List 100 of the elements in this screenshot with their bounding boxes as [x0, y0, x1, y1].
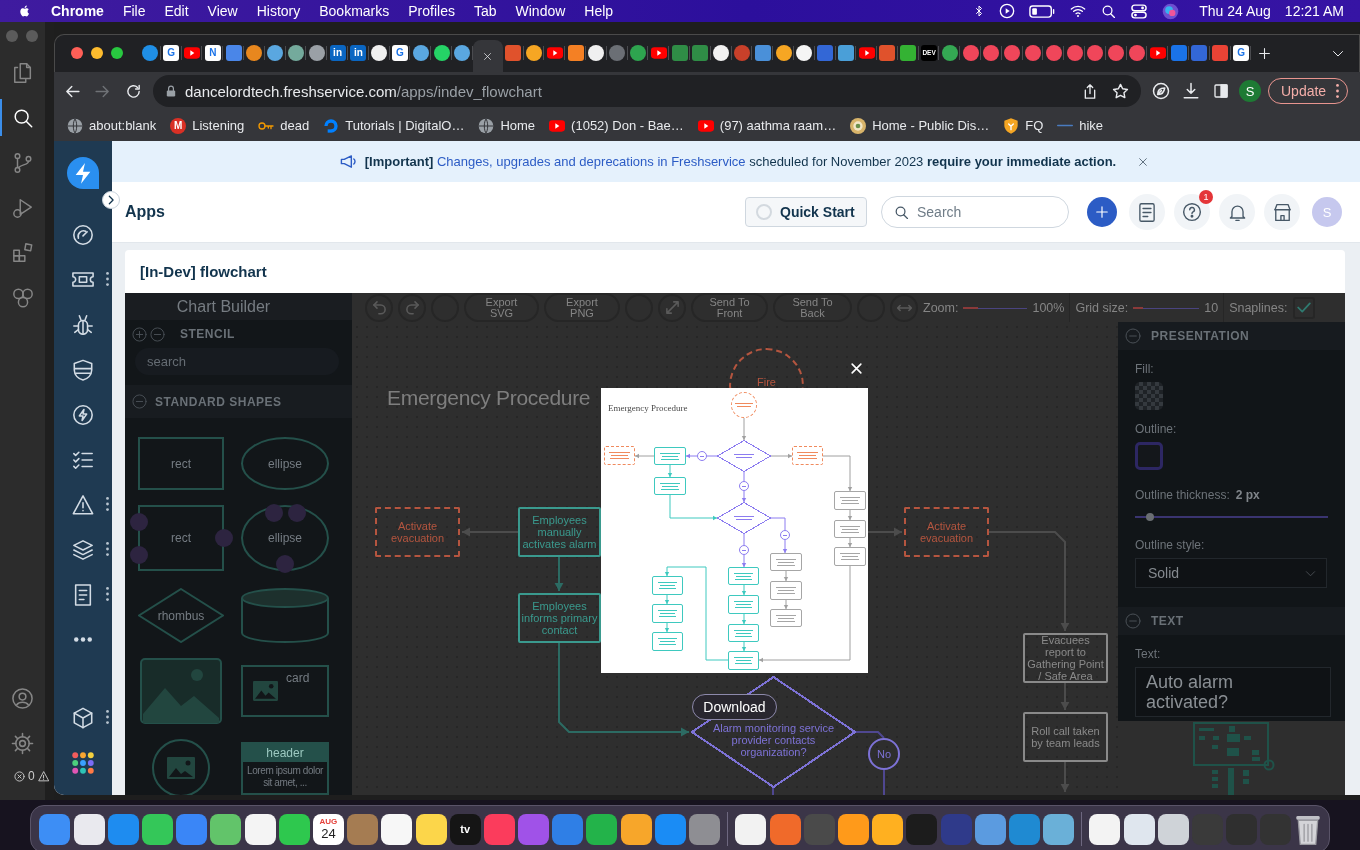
search-field[interactable]: Search [881, 196, 1069, 228]
problem-count[interactable]: 0 [28, 769, 35, 783]
square-favicon-icon[interactable] [567, 45, 584, 61]
logo-icon[interactable] [67, 157, 99, 189]
reload-icon[interactable] [124, 82, 142, 100]
square-favicon-icon[interactable] [879, 45, 896, 61]
extensions-icon[interactable] [11, 241, 34, 264]
dock-app-icon[interactable] [837, 813, 869, 845]
forms-button[interactable] [1129, 194, 1165, 230]
snaplines-checkbox[interactable] [1292, 296, 1315, 319]
dock-app-icon[interactable] [872, 813, 904, 845]
circles-icon[interactable] [11, 286, 34, 309]
wifi-icon[interactable] [1069, 3, 1088, 19]
square-favicon-icon[interactable] [1170, 45, 1187, 61]
window-control-icon[interactable] [111, 47, 123, 59]
round-favicon-icon[interactable] [588, 45, 605, 61]
ellipse-shape[interactable]: ellipse [241, 437, 329, 490]
battery-icon[interactable] [1029, 4, 1056, 18]
kebab-menu-icon[interactable] [106, 710, 109, 724]
bookmark[interactable]: M Listening [167, 117, 248, 134]
square-favicon-icon[interactable] [225, 45, 242, 61]
toggles-icon[interactable] [1130, 2, 1149, 20]
letter-favicon[interactable]: G [1233, 45, 1250, 61]
round-favicon-icon[interactable] [775, 45, 792, 61]
dock-app-icon[interactable] [735, 813, 767, 845]
banner-link[interactable]: Changes, upgrades and deprecations in Freshservice [437, 154, 746, 169]
menu-item[interactable]: Help [584, 3, 614, 19]
play-favicon-icon[interactable] [650, 47, 667, 59]
bookmark[interactable]: (1052) Don - Bae… [546, 118, 687, 133]
dock-app-icon[interactable] [1043, 813, 1075, 845]
menu-item[interactable]: View [207, 3, 238, 19]
warning-icon[interactable] [72, 493, 94, 516]
share-icon[interactable] [1082, 82, 1098, 100]
play-icon[interactable] [999, 3, 1016, 19]
text-field[interactable]: Auto alarm activated? [1135, 667, 1331, 717]
error-icon[interactable] [14, 770, 25, 782]
letter-favicon[interactable]: G [163, 45, 180, 61]
bookmark[interactable]: Tutorials | DigitalO… [320, 117, 468, 134]
rectangle-shape[interactable]: rect [138, 437, 224, 490]
layers-icon[interactable] [72, 538, 94, 561]
dock-app-icon[interactable] [415, 813, 447, 845]
ticket-icon[interactable] [72, 272, 94, 287]
orb-icon[interactable] [1162, 2, 1180, 20]
files-icon[interactable] [11, 61, 34, 84]
letter-favicon[interactable]: N [204, 45, 221, 61]
square-favicon-icon[interactable] [900, 45, 917, 61]
kebab-menu-icon[interactable] [1336, 84, 1339, 98]
bookmark[interactable]: dead [255, 118, 313, 133]
store-button[interactable] [1264, 194, 1300, 230]
notifications-button[interactable] [1219, 194, 1255, 230]
square-favicon-icon[interactable] [754, 45, 771, 61]
document-icon[interactable] [72, 583, 94, 606]
trash-icon[interactable] [1294, 813, 1321, 845]
dock-app-icon[interactable] [278, 813, 310, 845]
play-favicon-icon[interactable] [858, 47, 875, 59]
bookmark[interactable]: hike [1054, 118, 1107, 133]
round-favicon-icon[interactable] [287, 45, 304, 61]
download-icon[interactable] [1182, 82, 1200, 100]
settings-icon[interactable] [11, 732, 34, 755]
app-menu[interactable]: Chrome [51, 3, 104, 19]
dock-app-icon[interactable] [1089, 813, 1121, 845]
ellipse-shape[interactable]: ellipse [241, 503, 329, 573]
window-control-icon[interactable] [71, 47, 83, 59]
round-favicon-icon[interactable] [371, 45, 388, 61]
dock-app-icon[interactable] [210, 813, 242, 845]
card-shape[interactable]: card [241, 665, 329, 717]
leaf-icon[interactable] [1152, 82, 1170, 100]
kebab-menu-icon[interactable] [106, 272, 109, 286]
slider-thumb[interactable] [1146, 513, 1155, 521]
round-favicon-icon[interactable] [525, 45, 542, 61]
cube-icon[interactable] [72, 706, 94, 729]
bookmark[interactable]: FQ [1000, 117, 1047, 134]
profile-avatar[interactable]: S [1239, 80, 1261, 102]
search-icon[interactable] [1101, 3, 1117, 19]
plus-icon[interactable] [1258, 46, 1272, 60]
bolt-icon[interactable] [72, 403, 94, 426]
rhombus-shape[interactable]: rhombus [138, 588, 224, 643]
menu-item[interactable]: Bookmarks [319, 3, 390, 19]
stencil-search-field[interactable]: search [135, 348, 339, 375]
add-button[interactable] [1087, 197, 1117, 227]
round-favicon-icon[interactable] [412, 45, 429, 61]
round-favicon-icon[interactable] [713, 45, 730, 61]
round-favicon-icon[interactable] [796, 45, 813, 61]
dock-app-icon[interactable] [142, 813, 173, 845]
close-icon[interactable] [483, 51, 493, 61]
menu-item[interactable]: History [256, 3, 301, 19]
header-card-shape[interactable]: header Lorem ipsum dolor sit amet, ... [241, 742, 329, 795]
account-icon[interactable] [11, 687, 34, 710]
play-favicon-icon[interactable] [1149, 47, 1166, 59]
round-favicon-icon[interactable] [308, 45, 325, 61]
shield-icon[interactable] [72, 358, 94, 381]
round-favicon-icon[interactable] [267, 45, 284, 61]
dock-app-icon[interactable] [381, 813, 413, 845]
letter-favicon[interactable]: G [391, 45, 408, 61]
bookmark[interactable]: Home [475, 117, 539, 134]
dock-app-icon[interactable] [1123, 813, 1155, 845]
square-favicon-icon[interactable] [692, 45, 709, 61]
window-control-icon[interactable] [91, 47, 103, 59]
dock-app-icon[interactable] [620, 813, 652, 845]
dock-app-icon[interactable]: tv [449, 813, 481, 845]
